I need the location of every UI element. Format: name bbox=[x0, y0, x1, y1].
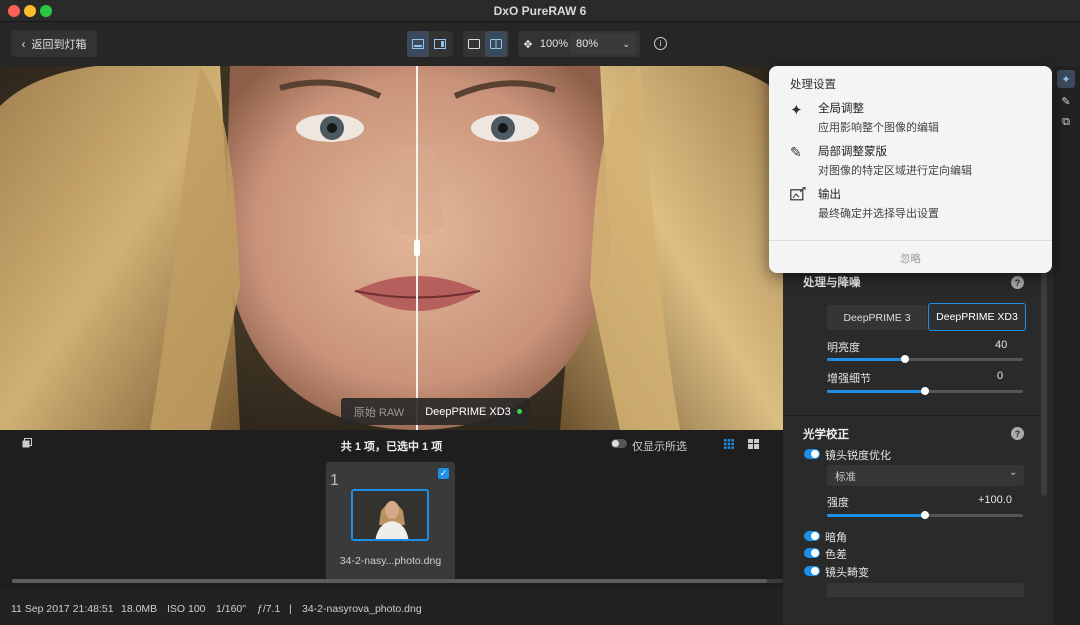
thumbnail-image bbox=[351, 489, 429, 541]
thumbnail-filename: 34-2-nasy...photo.dng bbox=[339, 555, 442, 567]
denoise-help-icon[interactable]: ? bbox=[1011, 276, 1024, 289]
compare-toggle-group bbox=[463, 31, 509, 57]
tool-sidebar: ✦ ✎ ⧉ bbox=[1053, 66, 1080, 625]
popover-item-local-mask[interactable]: ✎ 局部调整蒙版 对图像的特定区域进行定向编辑 bbox=[769, 139, 1052, 182]
split-compare-icon[interactable] bbox=[485, 31, 507, 57]
vignetting-toggle[interactable] bbox=[804, 531, 820, 541]
vignetting-label: 暗角 bbox=[825, 532, 847, 544]
layout-toggle-group bbox=[407, 31, 453, 57]
pan-move-icon[interactable]: ✥ bbox=[518, 31, 538, 57]
side-panel-layout-icon[interactable] bbox=[429, 31, 451, 57]
aperture-value: ƒ/7.1 bbox=[257, 603, 281, 615]
chromatic-aberration-toggle[interactable] bbox=[804, 548, 820, 558]
info-icon[interactable]: i bbox=[654, 37, 667, 50]
sparkles-icon: ✦ bbox=[790, 102, 803, 119]
optics-section-title: 光学校正 bbox=[803, 429, 849, 441]
export-image-icon bbox=[790, 186, 806, 206]
status-bar: 11 Sep 2017 21:48:51 18.0MB ISO 100 1/16… bbox=[0, 590, 783, 625]
detail-label: 增强细节 bbox=[827, 373, 871, 385]
filmstrip-header: 共 1 项，已选中 1 项 仅显示所选 bbox=[0, 430, 783, 458]
zoom-value: 80% bbox=[576, 38, 599, 50]
chevron-down-icon: ⌄ bbox=[622, 38, 630, 49]
thumbnail-index: 1 bbox=[330, 472, 339, 489]
popover-divider bbox=[769, 240, 1052, 241]
global-adjust-sidebar-icon[interactable]: ✦ bbox=[1057, 70, 1075, 88]
processed-label-text: DeepPRIME XD3 bbox=[425, 405, 511, 418]
popover-item-title: 局部调整蒙版 bbox=[818, 146, 887, 158]
tab-deepprime-xd3[interactable]: DeepPRIME XD3 bbox=[928, 303, 1026, 331]
strength-value: +100.0 bbox=[978, 494, 1012, 506]
filmstrip-scrollbar[interactable] bbox=[12, 579, 783, 583]
lens-distortion-toggle[interactable] bbox=[804, 566, 820, 576]
brush-mask-icon: ✎ bbox=[790, 144, 802, 160]
lens-sharpness-toggle[interactable] bbox=[804, 449, 820, 459]
popover-item-title: 全局调整 bbox=[818, 103, 864, 115]
single-view-layout-icon[interactable] bbox=[407, 31, 429, 57]
status-filename: 34-2-nasyrova_photo.dng bbox=[302, 603, 422, 615]
processed-label: DeepPRIME XD3 bbox=[417, 398, 530, 425]
popover-item-global[interactable]: ✦ 全局调整 应用影响整个图像的编辑 bbox=[769, 96, 1052, 139]
thumbnail-card[interactable]: 1 ✓ 34-2-nasy...photo.dng bbox=[326, 462, 455, 580]
zoom-control: ✥ 100% 80% ⌄ bbox=[518, 31, 640, 57]
show-selected-label: 仅显示所选 bbox=[632, 441, 687, 453]
compact-view-icon[interactable] bbox=[748, 439, 759, 452]
toolbar: ‹ 返回到灯箱 ✥ 100% 80% ⌄ i bbox=[0, 22, 1080, 66]
zoom-select[interactable]: 80% ⌄ bbox=[570, 33, 636, 55]
title-bar: DxO PureRAW 6 bbox=[0, 0, 1080, 22]
export-sidebar-icon[interactable]: ⧉ bbox=[1057, 113, 1075, 131]
back-to-lightbox-label: 返回到灯箱 bbox=[31, 38, 87, 51]
optics-help-icon[interactable]: ? bbox=[1011, 427, 1024, 440]
capture-date: 11 Sep 2017 21:48:51 bbox=[11, 603, 114, 615]
status-dot bbox=[516, 409, 522, 414]
chevron-left-icon: ‹ bbox=[21, 36, 26, 51]
popover-title: 处理设置 bbox=[790, 79, 836, 91]
sharpness-preset-select[interactable]: 标准 ⌄ bbox=[827, 465, 1024, 486]
popover-item-desc: 对图像的特定区域进行定向编辑 bbox=[818, 165, 972, 177]
status-separator: | bbox=[289, 603, 292, 615]
popover-item-desc: 最终确定并选择导出设置 bbox=[818, 208, 939, 220]
back-to-lightbox-button[interactable]: ‹ 返回到灯箱 bbox=[11, 30, 97, 57]
lens-sharpness-label: 镜头锐度优化 bbox=[825, 450, 891, 462]
processing-settings-popover: 处理设置 ✦ 全局调整 应用影响整个图像的编辑 ✎ 局部调整蒙版 对图像的特定区… bbox=[769, 66, 1052, 273]
portrait-image bbox=[0, 66, 783, 430]
brightness-value: 40 bbox=[995, 339, 1008, 351]
window-title: DxO PureRAW 6 bbox=[493, 4, 587, 18]
original-raw-label: 原始 RAW bbox=[341, 398, 417, 425]
compare-divider-handle[interactable] bbox=[414, 240, 420, 256]
single-image-icon[interactable] bbox=[463, 31, 485, 57]
popover-item-desc: 应用影响整个图像的编辑 bbox=[818, 122, 939, 134]
brightness-slider[interactable] bbox=[827, 355, 1023, 363]
chevron-down-icon: ⌄ bbox=[1009, 467, 1018, 478]
strength-label: 强度 bbox=[827, 497, 849, 509]
popover-item-title: 输出 bbox=[818, 189, 841, 201]
sharpness-preset-value: 标准 bbox=[835, 471, 856, 483]
lens-distortion-label: 镜头畸变 bbox=[825, 567, 869, 579]
panel-scrollbar[interactable] bbox=[1041, 266, 1047, 496]
strength-slider[interactable] bbox=[827, 511, 1023, 519]
brightness-label: 明亮度 bbox=[827, 342, 860, 354]
shutter-speed: 1/160" bbox=[216, 603, 247, 615]
denoise-section-title: 处理与降噪 bbox=[803, 277, 861, 289]
file-size: 18.0MB bbox=[121, 603, 158, 615]
image-viewer[interactable]: 原始 RAW DeepPRIME XD3 bbox=[0, 66, 783, 430]
grid-view-icon[interactable] bbox=[724, 439, 734, 452]
detail-value: 0 bbox=[997, 370, 1004, 382]
local-mask-sidebar-icon[interactable]: ✎ bbox=[1057, 92, 1075, 110]
show-selected-toggle[interactable] bbox=[611, 439, 627, 448]
zoom-100-button[interactable]: 100% bbox=[538, 31, 570, 57]
detail-slider[interactable] bbox=[827, 387, 1023, 395]
dismiss-button[interactable]: 忽略 bbox=[769, 251, 1052, 266]
chromatic-aberration-label: 色差 bbox=[825, 549, 847, 561]
iso-value: ISO 100 bbox=[167, 603, 206, 615]
distortion-select-partial[interactable] bbox=[827, 583, 1024, 597]
filmstrip: 1 ✓ 34-2-nasy...photo.dng bbox=[0, 458, 783, 590]
popover-item-output[interactable]: 输出 最终确定并选择导出设置 bbox=[769, 182, 1052, 225]
tab-deepprime-3[interactable]: DeepPRIME 3 bbox=[827, 305, 927, 330]
section-divider bbox=[783, 415, 1039, 416]
selected-checkbox[interactable]: ✓ bbox=[438, 468, 449, 479]
